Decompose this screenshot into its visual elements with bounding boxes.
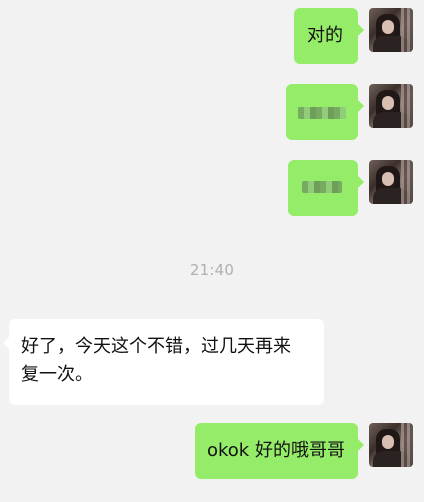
user-avatar-icon[interactable] <box>369 423 413 467</box>
user-avatar-icon[interactable] <box>369 84 413 128</box>
user-avatar-icon[interactable] <box>369 160 413 204</box>
user-avatar-icon[interactable] <box>369 8 413 52</box>
message-text: 好了，今天这个不错，过几天再来 复一次。 <box>21 336 291 385</box>
timestamp: 21:40 <box>189 261 235 279</box>
message-bubble-sent-pixelated[interactable] <box>288 160 364 216</box>
message-text: okok 好的哦哥哥 <box>207 440 345 461</box>
message-bubble-sent[interactable]: 对的 <box>294 8 364 64</box>
message-bubble-received[interactable]: 好了，今天这个不错，过几天再来 复一次。 <box>3 319 324 405</box>
chat-thread: 对的 21:40 好了，今天这个不错，过几天再来 复一次。 okok 好的哦哥哥 <box>0 0 424 502</box>
message-bubble-sent-pixelated[interactable] <box>286 84 364 140</box>
message-bubble-sent[interactable]: okok 好的哦哥哥 <box>195 423 364 479</box>
pixelated-content <box>302 181 342 193</box>
message-text: 对的 <box>307 25 343 46</box>
pixelated-content <box>298 107 346 119</box>
